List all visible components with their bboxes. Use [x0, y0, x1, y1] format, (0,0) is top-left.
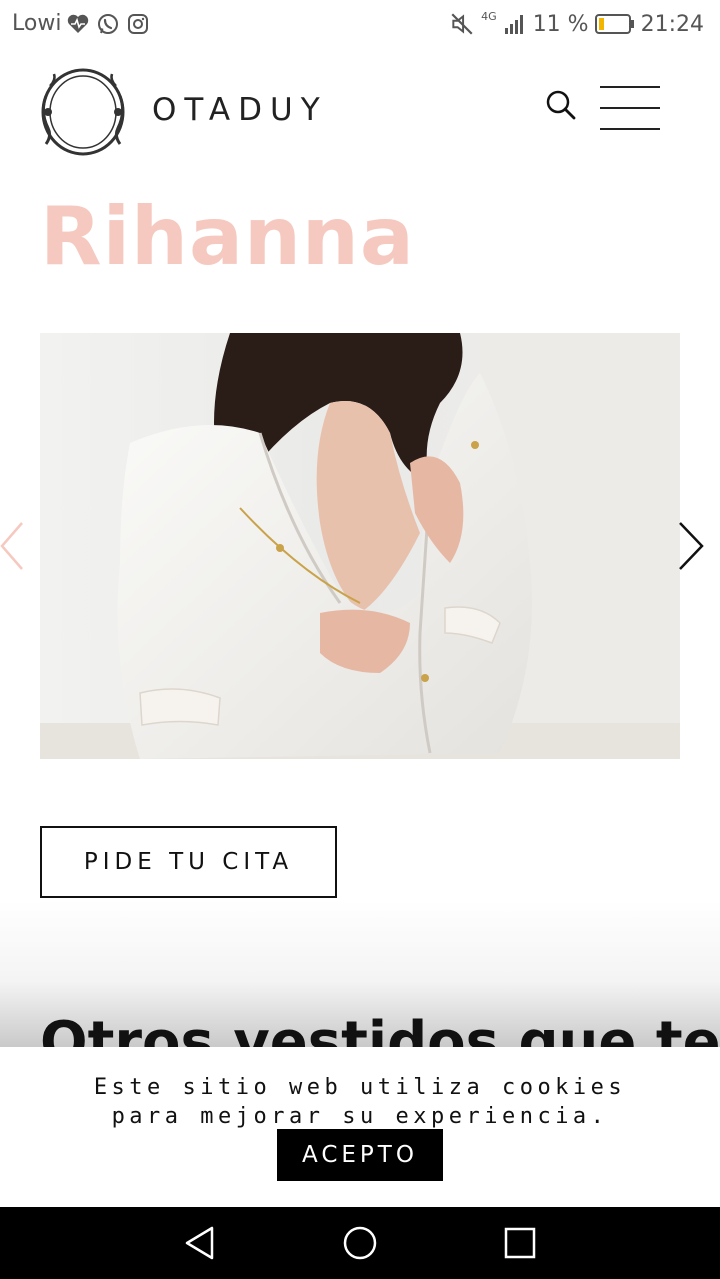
site-header: OTADUY [0, 48, 720, 168]
back-triangle-icon[interactable] [182, 1225, 218, 1261]
cookie-message: Este sitio web utiliza cookies para mejo… [0, 1073, 720, 1131]
brand-logo-icon[interactable] [36, 66, 130, 158]
system-nav-bar [0, 1207, 720, 1279]
mute-icon [451, 13, 473, 35]
status-right: 4G 11 % 21:24 [449, 9, 704, 37]
accept-cookies-button[interactable]: ACEPTO [277, 1129, 443, 1181]
carrier-name: Lowi [12, 11, 62, 36]
search-icon[interactable] [544, 88, 578, 122]
signal-icon [504, 15, 523, 34]
menu-line-bottom [600, 128, 660, 130]
dress-photo [40, 333, 680, 759]
cookie-banner: Este sitio web utiliza cookies para mejo… [0, 1047, 720, 1207]
hamburger-menu-icon[interactable] [598, 84, 662, 132]
chevron-left-icon[interactable] [0, 520, 28, 572]
chevron-right-icon[interactable] [676, 520, 708, 572]
heart-pulse-icon [67, 14, 89, 33]
brand-name[interactable]: OTADUY [152, 92, 328, 128]
page-title: Rihanna [40, 190, 415, 283]
battery-percent: 11 % [532, 11, 589, 37]
clock: 21:24 [640, 11, 704, 37]
home-circle-icon[interactable] [342, 1225, 378, 1261]
cookie-line-2: para mejorar su experiencia. [111, 1104, 609, 1129]
instagram-icon [128, 14, 148, 34]
whatsapp-icon [98, 14, 118, 34]
recent-apps-square-icon[interactable] [502, 1225, 538, 1261]
book-appointment-button[interactable]: PIDE TU CITA [40, 826, 337, 898]
battery-icon [594, 14, 634, 34]
cookie-line-1: Este sitio web utiliza cookies [93, 1075, 627, 1100]
menu-line-middle [600, 107, 660, 109]
status-bar: Lowi 4G 11 % 21:24 [0, 0, 720, 48]
notification-icons [66, 12, 150, 36]
menu-line-top [600, 86, 660, 88]
network-type: 4G [481, 9, 497, 23]
product-image-carousel[interactable] [40, 333, 680, 759]
